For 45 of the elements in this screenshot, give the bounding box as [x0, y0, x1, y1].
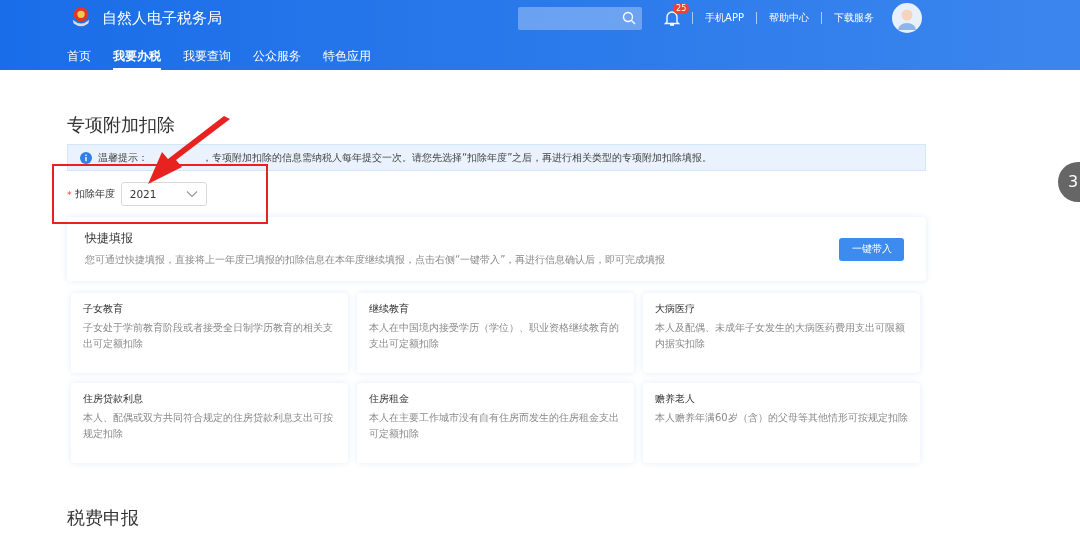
card-description: 本人在主要工作城市没有自有住房而发生的住房租金支出可定额扣除 [369, 411, 620, 441]
card-description: 本人、配偶或双方共同符合规定的住房贷款利息支出可按规定扣除 [83, 411, 334, 441]
nav-tab[interactable]: 我要查询 [183, 44, 231, 70]
search-field[interactable] [518, 6, 643, 30]
card-title: 快捷填报 [85, 230, 134, 246]
card-description: 子女处于学前教育阶段或者接受全日制学历教育的相关支出可定额扣除 [83, 321, 334, 351]
card-title: 住房租金 [369, 393, 410, 406]
notice-text: 温馨提示： [98, 150, 148, 165]
category-card[interactable]: 住房贷款利息 本人、配偶或双方共同符合规定的住房贷款利息支出可按规定扣除 [71, 383, 348, 463]
bell-icon[interactable] [664, 9, 681, 27]
card-title: 子女教育 [83, 303, 124, 316]
notice-text: ，专项附加扣除的信息需纳税人每年提交一次。请您先选择“扣除年度”之后，再进行相关类型的专项附加扣除填报。 [202, 150, 713, 165]
one-click-import-button[interactable]: 一键带入 [839, 237, 904, 261]
card-description: 本人赡养年满60岁（含）的父母等其他情形可按规定扣除 [655, 411, 908, 425]
card-title: 大病医疗 [655, 303, 696, 316]
notification-badge: 25 [673, 3, 690, 14]
category-card[interactable]: 大病医疗 本人及配偶、未成年子女发生的大病医药费用支出可限额内据实扣除 [643, 293, 920, 373]
avatar-icon[interactable] [892, 3, 922, 33]
nav-tab[interactable]: 首页 [67, 44, 91, 70]
category-card[interactable]: 子女教育 子女处于学前教育阶段或者接受全日制学历教育的相关支出可定额扣除 [71, 293, 348, 373]
header-link[interactable]: 下载服务 [834, 11, 874, 25]
card-title: 赡养老人 [655, 393, 696, 406]
category-card[interactable]: 住房租金 本人在主要工作城市没有自有住房而发生的住房租金支出可定额扣除 [357, 383, 634, 463]
category-card[interactable]: 继续教育 本人在中国境内接受学历（学位）、职业资格继续教育的支出可定额扣除 [357, 293, 634, 373]
nav-tab[interactable]: 特色应用 [323, 44, 371, 70]
card-description: 您可通过快捷填报，直接将上一年度已填报的扣除信息在本年度继续填报，点击右侧“一键带入”，再进行信息确认后，即可完成填报 [85, 252, 666, 267]
search-icon [622, 11, 637, 25]
chevron-down-icon [185, 190, 198, 198]
info-icon [80, 151, 92, 164]
floating-button[interactable]: 3 [1058, 162, 1080, 202]
nav-tab[interactable]: 公众服务 [253, 44, 301, 70]
year-select[interactable]: 2021 [120, 182, 207, 206]
section-title: 税费申报 [67, 507, 140, 529]
section-title: 专项附加扣除 [67, 114, 176, 136]
header-link[interactable]: 手机APP [705, 11, 744, 25]
required-asterisk-icon: * [67, 188, 72, 200]
site-title: 自然人电子税务局 [102, 8, 222, 28]
card-description: 本人在中国境内接受学历（学位）、职业资格继续教育的支出可定额扣除 [369, 321, 620, 351]
card-title: 继续教育 [369, 303, 410, 316]
card-description: 本人及配偶、未成年子女发生的大病医药费用支出可限额内据实扣除 [655, 321, 906, 351]
nav-tab[interactable]: 我要办税 [113, 44, 161, 70]
category-card[interactable]: 赡养老人 本人赡养年满60岁（含）的父母等其他情形可按规定扣除 [643, 383, 920, 463]
header-link[interactable]: 帮助中心 [769, 11, 809, 25]
card-title: 住房贷款利息 [83, 393, 144, 406]
field-label: 扣除年度 [74, 187, 115, 201]
